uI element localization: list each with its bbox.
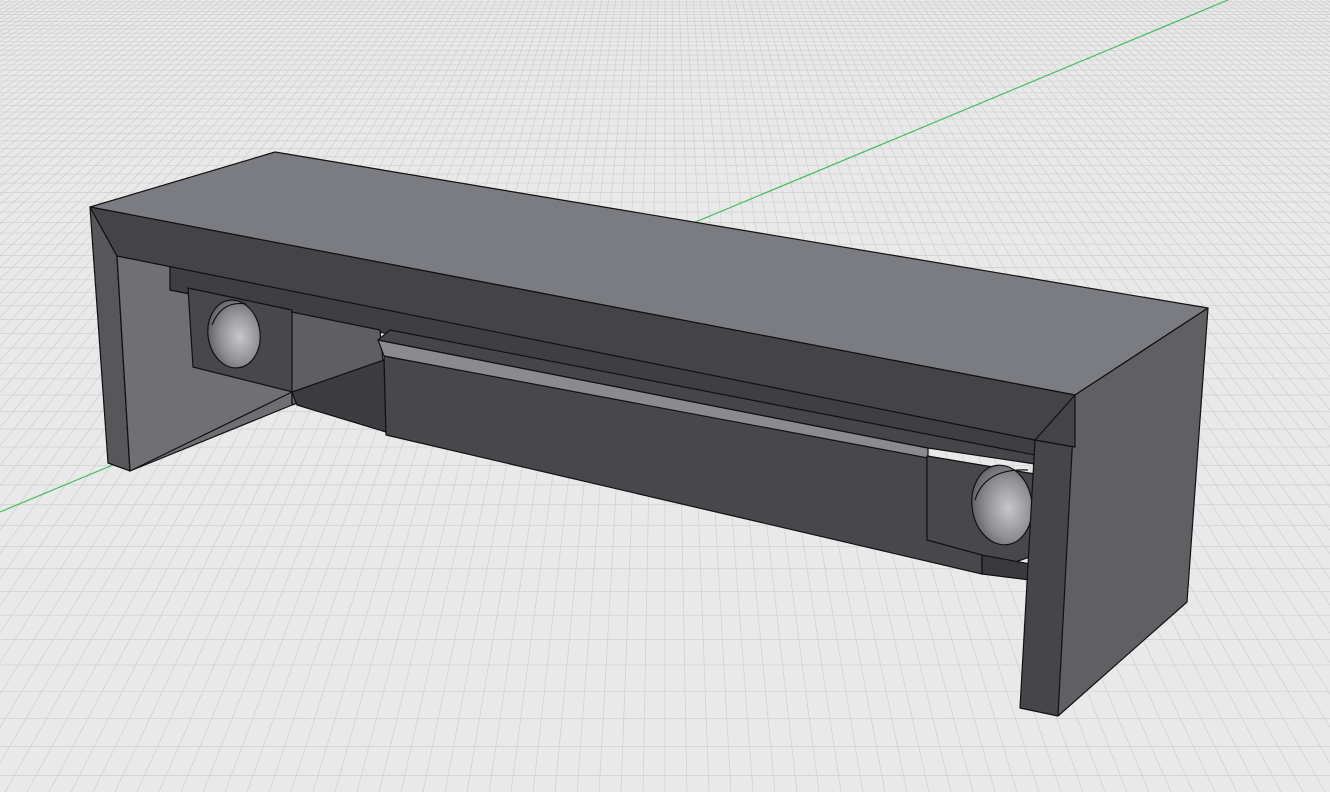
cad-3d-viewport[interactable]: [0, 0, 1330, 792]
scene-canvas[interactable]: [0, 0, 1330, 792]
